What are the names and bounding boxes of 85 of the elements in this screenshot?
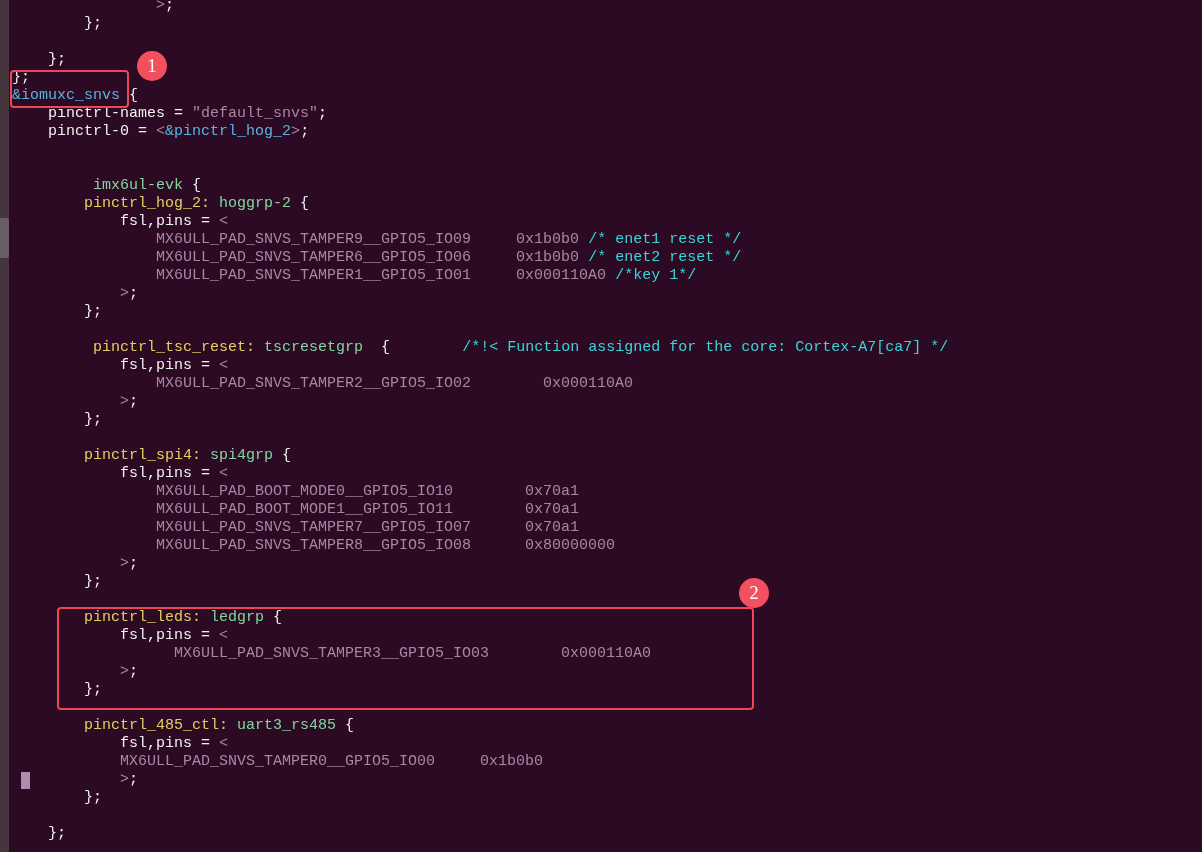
code-text: fsl,pins = (120, 627, 211, 644)
code-text: ; (129, 663, 139, 680)
code-comment: /* enet1 reset */ (588, 231, 742, 248)
code-text: pinctrl-0 = (48, 123, 148, 140)
code-text: { (345, 717, 355, 734)
node-name: ledgrp (210, 609, 265, 626)
code-text: pinctrl-names = (48, 105, 184, 122)
property-value: MX6ULL_PAD_SNVS_TAMPER6__GPIO5_IO06 (156, 249, 472, 266)
property-value: > (120, 393, 130, 410)
property-value: "default_snvs" (192, 105, 319, 122)
code-text: }; (84, 681, 103, 698)
code-text: { (381, 339, 391, 356)
property-value: > (291, 123, 301, 140)
property-value: MX6ULL_PAD_SNVS_TAMPER8__GPIO5_IO08 (156, 537, 472, 554)
code-text: { (129, 87, 139, 104)
code-text: fsl,pins = (120, 735, 211, 752)
property-value: 0x000110A0 (543, 375, 634, 392)
code-text: ; (300, 123, 310, 140)
node-name: imx6ul-evk (93, 177, 184, 194)
code-text: ; (129, 555, 139, 572)
property-value: 0x70a1 (525, 483, 580, 500)
node-label: pinctrl_leds: (84, 609, 202, 626)
property-value: MX6ULL_PAD_SNVS_TAMPER2__GPIO5_IO02 (156, 375, 472, 392)
text-cursor (21, 772, 30, 789)
node-reference: &pinctrl_hog_2 (165, 123, 292, 140)
property-value: 0x000110A0 (516, 267, 607, 284)
code-text: }; (48, 51, 67, 68)
code-text: { (300, 195, 310, 212)
property-value: < (219, 357, 229, 374)
code-text: ; (129, 771, 139, 788)
property-value: > (120, 285, 130, 302)
property-value: MX6ULL_PAD_BOOT_MODE0__GPIO5_IO10 (156, 483, 454, 500)
property-value: MX6ULL_PAD_SNVS_TAMPER0__GPIO5_IO00 (120, 753, 436, 770)
code-text: ; (165, 0, 175, 14)
property-value: 0x000110A0 (561, 645, 652, 662)
code-text: { (192, 177, 202, 194)
property-value: > (120, 663, 130, 680)
node-label: pinctrl_tsc_reset: (93, 339, 256, 356)
code-text: ; (129, 393, 139, 410)
node-reference: &iomuxc_snvs (12, 87, 121, 104)
code-comment: /*!< Function assigned for the core: Cortex-A7[ca7] */ (462, 339, 949, 356)
property-value: < (219, 735, 229, 752)
property-value: 0x70a1 (525, 501, 580, 518)
node-name: tscresetgrp (264, 339, 364, 356)
property-value: MX6ULL_PAD_SNVS_TAMPER9__GPIO5_IO09 (156, 231, 472, 248)
code-text: }; (84, 573, 103, 590)
property-value: MX6ULL_PAD_SNVS_TAMPER1__GPIO5_IO01 (156, 267, 472, 284)
code-text: { (273, 609, 283, 626)
property-value: < (156, 123, 166, 140)
property-value: MX6ULL_PAD_SNVS_TAMPER7__GPIO5_IO07 (156, 519, 472, 536)
property-value: MX6ULL_PAD_SNVS_TAMPER3__GPIO5_IO03 (174, 645, 490, 662)
property-value: MX6ULL_PAD_BOOT_MODE1__GPIO5_IO11 (156, 501, 454, 518)
code-text: { (282, 447, 292, 464)
code-text: fsl,pins = (120, 213, 211, 230)
node-name: uart3_rs485 (237, 717, 337, 734)
node-label: pinctrl_spi4: (84, 447, 202, 464)
node-label: pinctrl_hog_2: (84, 195, 211, 212)
code-text: fsl,pins = (120, 465, 211, 482)
property-value: 0x1b0b0 (480, 753, 544, 770)
code-comment: /* enet2 reset */ (588, 249, 742, 266)
property-value: > (156, 0, 166, 14)
scrollbar-thumb[interactable] (0, 218, 9, 258)
code-text: }; (84, 303, 103, 320)
code-text: ; (318, 105, 328, 122)
property-value: < (219, 213, 229, 230)
property-value: 0x1b0b0 (516, 231, 580, 248)
code-text: fsl,pins = (120, 357, 211, 374)
property-value: 0x1b0b0 (516, 249, 580, 266)
code-text: }; (84, 15, 103, 32)
node-name: hoggrp-2 (219, 195, 292, 212)
property-value: < (219, 627, 229, 644)
property-value: 0x80000000 (525, 537, 616, 554)
callout-badge: 2 (739, 578, 769, 608)
node-label: pinctrl_485_ctl: (84, 717, 229, 734)
callout-badge: 1 (137, 51, 167, 81)
code-comment: /*key 1*/ (615, 267, 697, 284)
code-text: }; (84, 789, 103, 806)
node-name: spi4grp (210, 447, 274, 464)
property-value: > (120, 555, 130, 572)
code-text: }; (48, 825, 67, 842)
property-value: 0x70a1 (525, 519, 580, 536)
code-text: ; (129, 285, 139, 302)
code-text: }; (84, 411, 103, 428)
property-value: > (120, 771, 130, 788)
property-value: < (219, 465, 229, 482)
